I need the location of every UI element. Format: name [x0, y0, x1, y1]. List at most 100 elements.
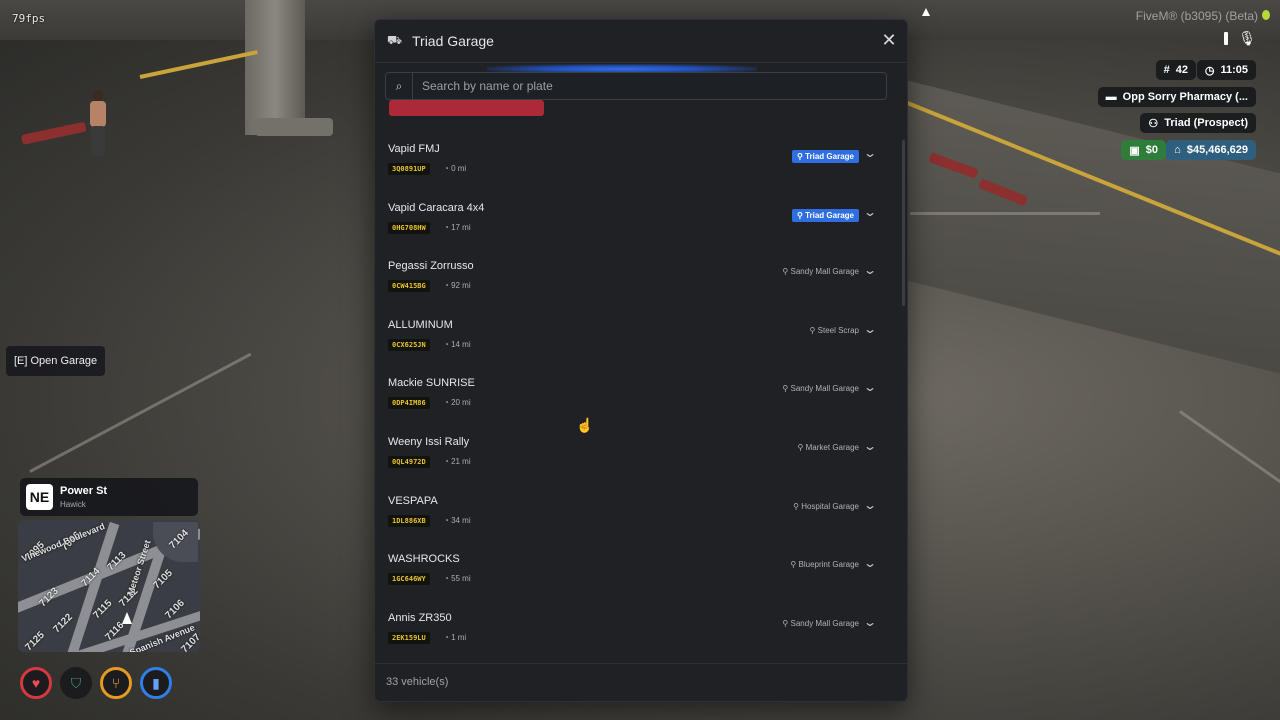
- vehicle-plate: 0HG708HW: [388, 221, 430, 234]
- map-label: 7125: [23, 629, 47, 652]
- vehicle-location: ⚲ Sandy Mall Garage: [782, 618, 859, 628]
- briefcase-icon: ▬: [1105, 91, 1117, 103]
- cash-amount: $0: [1145, 144, 1158, 156]
- vehicle-name: Weeny Issi Rally: [388, 436, 470, 448]
- street-name: Power St: [60, 485, 108, 497]
- vehicle-row[interactable]: Pegassi Zorrusso 0CW415BG ◔ 92 mi ⚲ Sandy M…: [375, 235, 895, 293]
- chevron-down-icon[interactable]: ⌄: [863, 322, 877, 336]
- chevron-down-icon[interactable]: ⌄: [863, 615, 877, 629]
- chevron-down-icon[interactable]: ⌄: [863, 556, 877, 570]
- vehicle-row[interactable]: Annis ZR350 2EK159LU ◔ 1 mi ⚲ Sandy Mall Ga…: [375, 587, 895, 645]
- vehicle-location: ⚲ Sandy Mall Garage: [782, 267, 859, 277]
- hash-icon: #: [1163, 64, 1170, 76]
- chevron-down-icon[interactable]: ⌄: [863, 263, 877, 277]
- vehicle-row[interactable]: ALLUMINUM 0CX625JN ◔ 14 mi ⚲ Steel Scrap ⌄: [375, 294, 895, 352]
- radio-bar-icon: [1224, 32, 1229, 45]
- vehicle-location: ⚲ Triad Garage: [791, 208, 859, 222]
- vehicle-location: ⚲ Market Garage: [797, 443, 859, 452]
- voice-indicators: 🎙: [1224, 30, 1256, 47]
- vehicle-location: ⚲ Blueprint Garage: [790, 560, 859, 570]
- compass-direction: NE: [26, 484, 53, 510]
- vehicle-distance: ◔ 17 mi: [444, 222, 471, 232]
- open-garage-prompt: [E] Open Garage: [6, 346, 106, 376]
- panel-footer: 33 vehicle(s): [375, 663, 907, 701]
- bank-amount: $45,466,629: [1186, 144, 1248, 156]
- search-icon: ⌕: [386, 73, 413, 99]
- armor-icon: ⛉: [60, 667, 92, 699]
- vehicle-plate: 2EK159LU: [388, 631, 430, 644]
- vehicle-row[interactable]: WASHROCKS 1GC646WY ◔ 55 mi ⚲ Blueprint Gara…: [375, 528, 895, 586]
- car-icon: ⛟: [387, 33, 403, 47]
- fps-counter: 79fps: [12, 12, 46, 25]
- vehicle-plate: 3Q0891UP: [388, 163, 430, 175]
- map-label: 7123: [37, 585, 61, 610]
- fivem-status-dot: [1262, 10, 1270, 20]
- vehicle-name: WASHROCKS: [388, 553, 460, 566]
- vehicle-row[interactable]: Weeny Issi Rally 0QL4972D ◔ 21 mi ⚲ Market …: [375, 411, 895, 469]
- scrollbar[interactable]: [902, 140, 905, 306]
- vehicle-distance: ◔ 55 mi: [444, 574, 471, 584]
- lane-line: [910, 212, 1100, 215]
- vehicle-distance: ◔ 21 mi: [444, 457, 471, 466]
- vehicle-row[interactable]: Vapid FMJ 3Q0891UP ◔ 0 mi ⚲ Triad Garage ⌄: [375, 118, 895, 176]
- vehicle-name: Vapid Caracara 4x4: [388, 201, 485, 214]
- chevron-down-icon[interactable]: ⌄: [863, 205, 877, 219]
- server-id-chip: # 42: [1155, 60, 1196, 80]
- gang-label: Triad (Prospect): [1164, 117, 1248, 129]
- vehicle-plate: 0CX625JN: [388, 338, 430, 351]
- server-id: 42: [1175, 64, 1188, 76]
- vehicle-name: Annis ZR350: [388, 611, 452, 624]
- time-chip: ◷ 11:05: [1196, 60, 1256, 80]
- pillar: [245, 0, 305, 135]
- vehicle-distance: ◔ 34 mi: [444, 515, 471, 525]
- mouse-cursor-icon: ☝: [576, 417, 594, 433]
- player-arrow-icon: [122, 612, 132, 624]
- gang-chip: ⚇ Triad (Prospect): [1140, 113, 1256, 133]
- job-label: Opp Sorry Pharmacy (...: [1122, 91, 1248, 103]
- parking-curb: [20, 121, 87, 145]
- lane-line: [1179, 410, 1280, 494]
- vehicle-distance: ◔ 1 mi: [444, 632, 467, 642]
- chevron-down-icon[interactable]: ⌄: [863, 439, 877, 453]
- hunger-icon: ⑂: [100, 667, 132, 699]
- area-name: Hawick: [60, 500, 86, 509]
- vehicle-count: 33 vehicle(s): [386, 676, 449, 688]
- vehicle-distance: ◔ 14 mi: [444, 339, 471, 349]
- vehicle-row[interactable]: VESPAPA 1DL886XB ◔ 34 mi ⚲ Hospital Garage ⌄: [375, 470, 895, 528]
- vehicle-list: Vapid FMJ 3Q0891UP ◔ 0 mi ⚲ Triad Garage ⌄ Va…: [375, 118, 907, 662]
- map-label: Vinewood Boulevard: [20, 521, 107, 564]
- vehicle-location: ⚲ Steel Scrap: [809, 325, 859, 335]
- vehicle-plate: 1DL886XB: [388, 514, 430, 527]
- vehicle-name: Vapid FMJ: [388, 143, 440, 155]
- vehicle-name: ALLUMINUM: [388, 318, 453, 331]
- fivem-version: FiveM® (b3095) (Beta): [1135, 9, 1258, 23]
- vehicle-location: ⚲ Hospital Garage: [793, 501, 859, 511]
- vehicle-row[interactable]: Vapid Caracara 4x4 0HG708HW ◔ 17 mi ⚲ Triad…: [375, 177, 895, 235]
- location-card: NE Power St Hawick: [20, 478, 198, 516]
- vehicle-distance: ◔ 92 mi: [444, 281, 471, 291]
- thirst-icon: ▮: [140, 667, 172, 699]
- status-bar: ♥ ⛉ ⑂ ▮: [20, 667, 172, 699]
- yellow-stripe: [139, 50, 258, 79]
- pointer-icon: [922, 8, 930, 16]
- vehicle-location: ⚲ Sandy Mall Garage: [782, 384, 859, 394]
- job-chip: ▬ Opp Sorry Pharmacy (...: [1097, 87, 1256, 107]
- mic-muted-icon: 🎙: [1238, 30, 1256, 46]
- chevron-down-icon[interactable]: ⌄: [863, 498, 877, 512]
- vehicle-distance: ◔ 20 mi: [444, 398, 471, 408]
- vehicle-row[interactable]: Mackie SUNRISE 0DP4IM86 ◔ 20 mi ⚲ Sandy Mal…: [375, 352, 895, 410]
- vehicle-name: VESPAPA: [388, 494, 438, 507]
- clock-icon: ◷: [1204, 64, 1215, 77]
- chevron-down-icon[interactable]: ⌄: [863, 146, 877, 160]
- search-input[interactable]: [420, 73, 874, 99]
- users-icon: ⚇: [1148, 117, 1159, 130]
- vehicle-name: Pegassi Zorrusso: [388, 260, 474, 273]
- bank-chip: ⌂ $45,466,629: [1166, 140, 1256, 160]
- vehicle-plate: 0CW415BG: [388, 280, 430, 293]
- pillar-base: [255, 118, 333, 136]
- chevron-down-icon[interactable]: ⌄: [863, 380, 877, 394]
- game-time: 11:05: [1220, 64, 1248, 76]
- close-icon[interactable]: ✕: [880, 31, 898, 49]
- map-label: 7122: [51, 611, 75, 636]
- pedestrian: [85, 90, 111, 158]
